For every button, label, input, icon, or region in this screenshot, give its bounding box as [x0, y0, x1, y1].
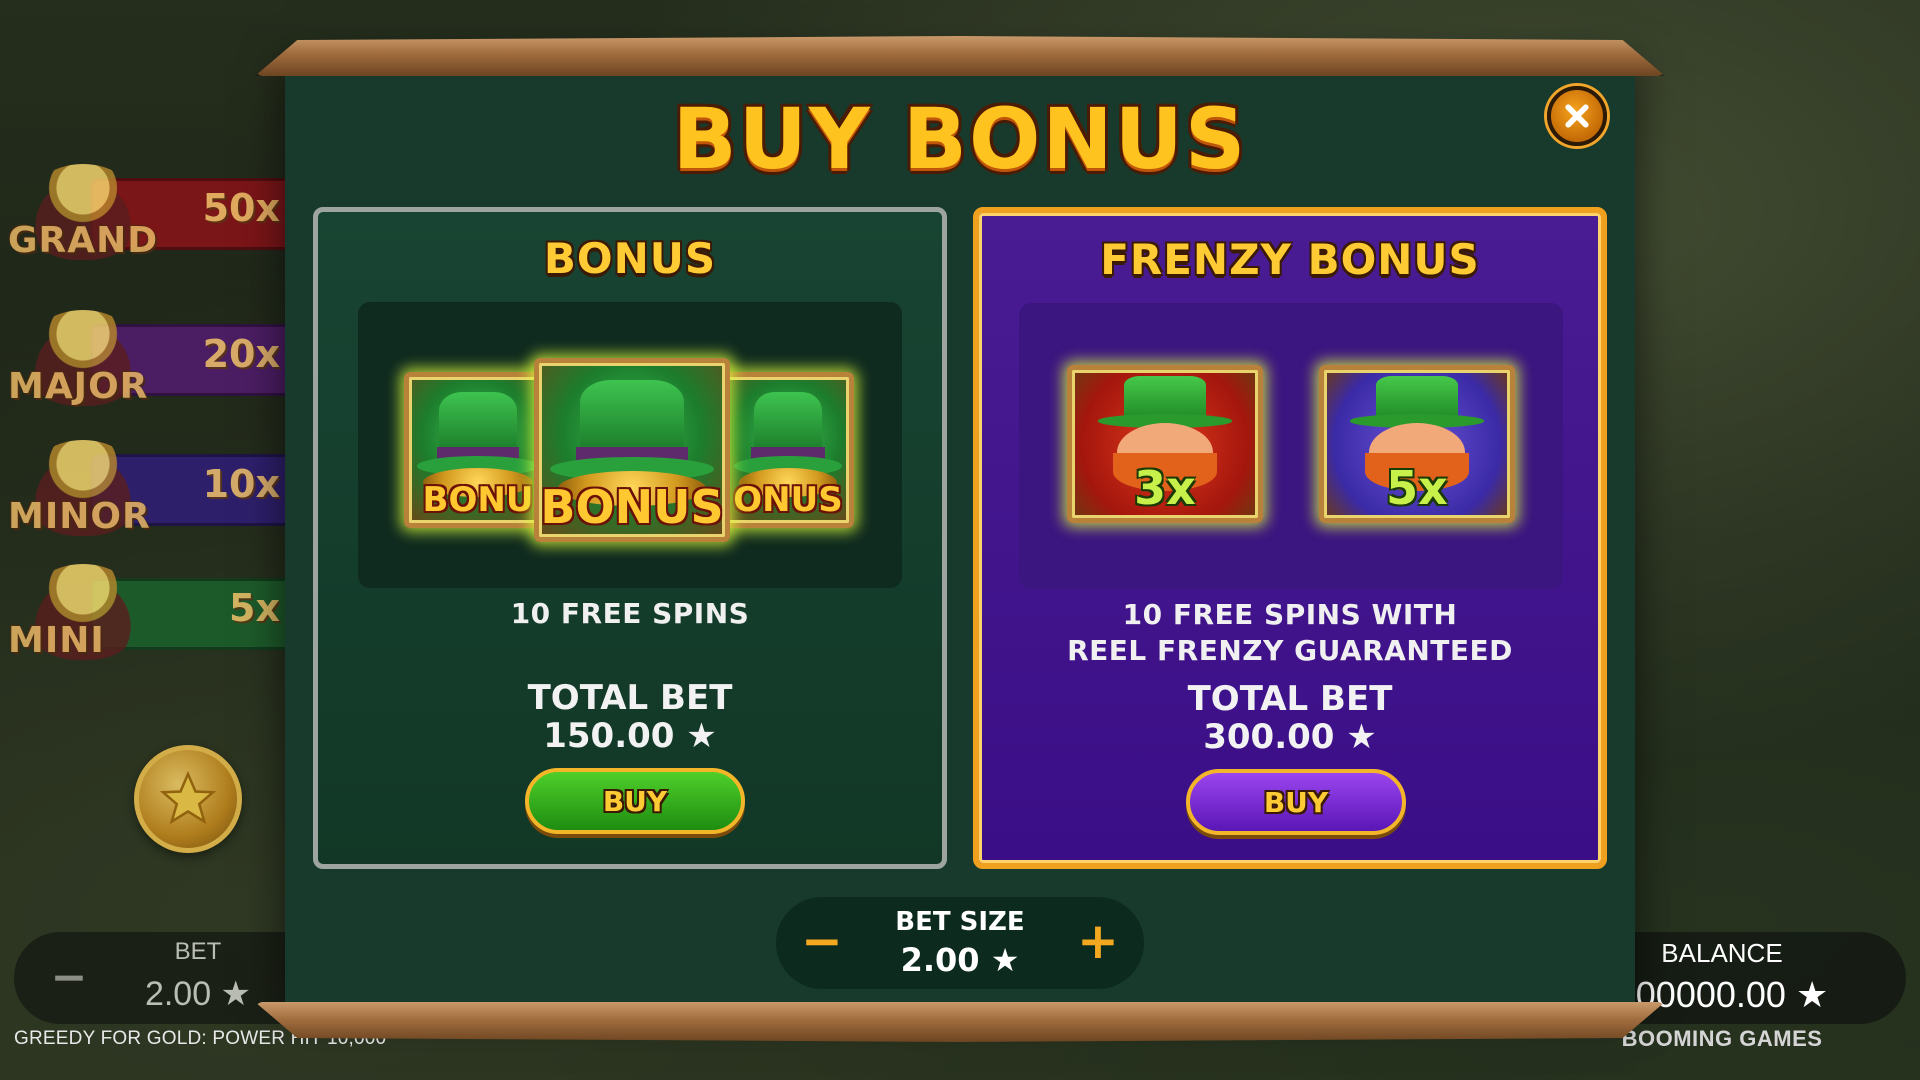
modal-frame-top: [255, 36, 1665, 76]
bonus-symbol-tile-center: BONUS: [534, 358, 730, 542]
total-bet-value: 150.00 ★: [543, 716, 717, 756]
bet-size-control: − BET SIZE 2.00 ★ +: [776, 897, 1144, 989]
modal-frame-bottom: [255, 1002, 1665, 1042]
bet-size-increase-button[interactable]: +: [1070, 913, 1126, 969]
bonus-art: BONU ONUS BONUS: [358, 302, 902, 588]
multiplier-label: 3x: [1134, 461, 1196, 516]
symbol-word: ONUS: [733, 480, 843, 521]
star-icon: [159, 770, 217, 825]
modal-title: BUY BONUS: [672, 90, 1248, 188]
total-bet-label: TOTAL BET: [1187, 679, 1393, 719]
bonus-symbol-tile: ONUS: [722, 372, 854, 528]
jackpot-name: GRAND: [8, 220, 159, 261]
jackpot-name: MINOR: [8, 496, 151, 537]
jackpot-major: 20x MAJOR: [0, 296, 290, 416]
jackpot-name: MAJOR: [8, 366, 149, 407]
jackpot-mini: 5x MINI: [0, 550, 290, 670]
total-bet-value: 300.00 ★: [1203, 717, 1377, 757]
card-title: BONUS: [543, 234, 717, 283]
close-button[interactable]: [1547, 86, 1607, 146]
frenzy-bonus-card: FRENZY BONUS 3x 5x 10 FREE SPINS WITH RE…: [973, 207, 1607, 869]
bonus-symbol-tile: BONU: [404, 372, 552, 528]
jackpot-minor: 10x MINOR: [0, 426, 290, 546]
star-coin-button[interactable]: [134, 745, 242, 853]
jackpot-multiplier: 50x: [202, 186, 280, 230]
symbol-word: BONUS: [540, 479, 724, 534]
buy-bonus-button[interactable]: BUY: [525, 768, 745, 834]
frenzy-description-line1: 10 FREE SPINS WITH: [1122, 598, 1458, 631]
total-bet-label: TOTAL BET: [527, 678, 733, 718]
buy-frenzy-bonus-button[interactable]: BUY: [1186, 769, 1406, 835]
jackpot-multiplier: 10x: [202, 462, 280, 506]
frenzy-description-line2: REEL FRENZY GUARANTEED: [1067, 634, 1513, 667]
bonus-description: 10 FREE SPINS: [510, 597, 750, 630]
jackpot-multiplier: 20x: [202, 332, 280, 376]
symbol-word: BONU: [422, 480, 534, 521]
hat-icon: [579, 380, 685, 454]
multiplier-label: 5x: [1386, 461, 1448, 516]
leprechaun-5x-tile: 5x: [1319, 365, 1515, 523]
jackpot-multiplier: 5x: [229, 586, 280, 630]
jackpot-name: MINI: [8, 620, 105, 661]
hat-icon: [753, 391, 823, 453]
bonus-card: BONUS BONU ONUS BONUS 10 FREE SPINS TOTA…: [313, 207, 947, 869]
frenzy-description: 10 FREE SPINS WITH REEL FRENZY GUARANTEE…: [979, 597, 1601, 669]
hat-icon: [439, 391, 517, 453]
jackpot-column: 50x GRAND 20x MAJOR 10x MINOR 5x MINI: [0, 150, 290, 690]
card-title: FRENZY BONUS: [1100, 235, 1480, 284]
leprechaun-3x-tile: 3x: [1067, 365, 1263, 523]
close-icon: [1565, 104, 1589, 128]
frenzy-art: 3x 5x: [1019, 303, 1563, 589]
